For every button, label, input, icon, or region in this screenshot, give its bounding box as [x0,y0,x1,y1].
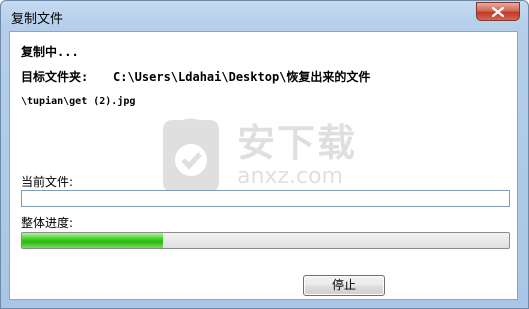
window-title: 复制文件 [11,12,64,27]
close-button[interactable] [476,2,520,21]
shield-lock-icon [163,118,219,192]
title-bar[interactable]: 复制文件 [1,1,528,31]
overall-progress-fill [22,233,164,248]
close-icon [492,7,504,17]
watermark-logo: 安下载 anxz.com [155,110,385,200]
overall-progress-bar [21,232,510,249]
current-file-path: \tupian\get (2).jpg [21,96,136,107]
overall-progress-label: 整体进度: [21,216,74,230]
status-text: 复制中... [21,45,79,59]
target-folder-path: C:\Users\Ldahai\Desktop\恢复出来的文件 [113,70,371,84]
target-folder-label: 目标文件夹: [21,70,89,84]
stop-button[interactable]: 停止 [303,275,385,296]
current-file-field [21,190,510,207]
current-file-label: 当前文件: [21,175,74,189]
watermark-text-cn: 安下载 [237,121,358,165]
dialog-content: 复制中... 目标文件夹: C:\Users\Ldahai\Desktop\恢复… [9,31,518,300]
watermark-text-en: anxz.com [237,164,343,189]
copy-file-dialog: 复制文件 复制中... 目标文件夹: C:\Users\Ldahai\Deskt… [0,0,529,309]
